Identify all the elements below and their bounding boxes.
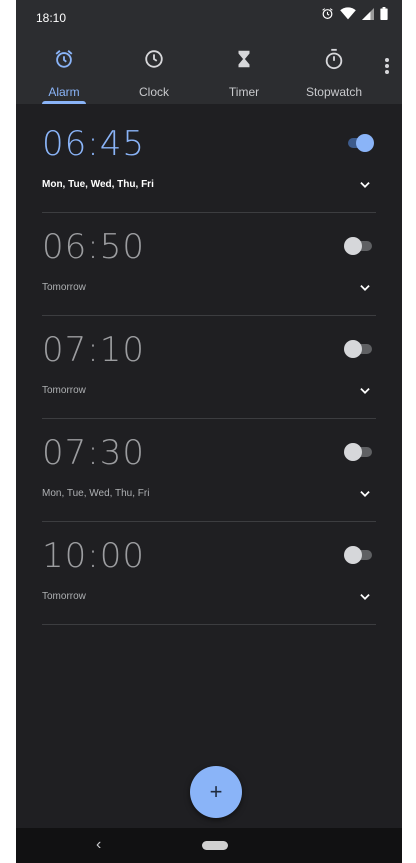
alarm-clock-icon: [322, 8, 333, 19]
battery-icon: [380, 7, 388, 20]
alarm-toggle[interactable]: [344, 340, 374, 358]
wifi-icon: [340, 7, 356, 20]
tab-active-indicator: [42, 101, 86, 104]
alarm-list: 06:45 Mon, Tue, Wed, Thu, Fri 06:50 Tomo…: [16, 110, 402, 625]
tab-clock-label: Clock: [138, 85, 169, 99]
tab-alarm[interactable]: Alarm: [22, 34, 106, 104]
alarm-item[interactable]: 07:10 Tomorrow: [42, 316, 376, 419]
alarm-toggle[interactable]: [344, 443, 374, 461]
tab-timer-label: Timer: [228, 85, 260, 99]
alarm-repeat-days: Tomorrow: [42, 591, 86, 602]
alarm-time[interactable]: 07:10: [42, 330, 145, 370]
alarm-icon: [55, 50, 73, 68]
hourglass-icon: [238, 50, 250, 68]
home-pill-icon[interactable]: [202, 841, 228, 850]
status-time: 18:10: [36, 11, 67, 25]
alarm-time[interactable]: 07:30: [42, 433, 145, 473]
tab-stopwatch[interactable]: Stopwatch: [292, 34, 376, 104]
alarm-toggle[interactable]: [344, 546, 374, 564]
alarm-time[interactable]: 06:45: [42, 124, 145, 164]
chevron-down-icon[interactable]: [358, 384, 372, 398]
clock-app-screen: 18:10 Alarm Clock Timer Stopwatch 06:45 …: [16, 0, 402, 863]
chevron-down-icon[interactable]: [358, 178, 372, 192]
system-nav-bar: ‹: [16, 828, 402, 863]
status-bar: 18:10: [16, 0, 402, 34]
more-options-icon[interactable]: [378, 56, 396, 80]
chevron-down-icon[interactable]: [358, 281, 372, 295]
status-icons: [321, 7, 388, 20]
alarm-repeat-days: Mon, Tue, Wed, Thu, Fri: [42, 179, 154, 190]
tab-clock[interactable]: Clock: [112, 34, 196, 104]
alarm-item[interactable]: 10:00 Tomorrow: [42, 522, 376, 625]
alarm-repeat-days: Tomorrow: [42, 385, 86, 396]
tab-alarm-label: Alarm: [48, 85, 80, 99]
add-alarm-button[interactable]: +: [190, 766, 242, 818]
alarm-item[interactable]: 06:50 Tomorrow: [42, 213, 376, 316]
tab-stopwatch-label: Stopwatch: [305, 85, 363, 99]
chevron-down-icon[interactable]: [358, 590, 372, 604]
alarm-repeat-days: Tomorrow: [42, 282, 86, 293]
alarm-item[interactable]: 06:45 Mon, Tue, Wed, Thu, Fri: [42, 110, 376, 213]
alarm-item[interactable]: 07:30 Mon, Tue, Wed, Thu, Fri: [42, 419, 376, 522]
back-icon[interactable]: ‹: [96, 836, 101, 854]
alarm-time[interactable]: 10:00: [42, 536, 145, 576]
alarm-toggle[interactable]: [344, 237, 374, 255]
stopwatch-icon: [325, 48, 343, 70]
clock-icon: [145, 50, 163, 68]
alarm-time[interactable]: 06:50: [42, 227, 145, 267]
alarm-toggle[interactable]: [344, 134, 374, 152]
chevron-down-icon[interactable]: [358, 487, 372, 501]
tab-timer[interactable]: Timer: [202, 34, 286, 104]
signal-icon: [362, 7, 374, 20]
tab-bar: Alarm Clock Timer Stopwatch: [16, 34, 402, 104]
alarm-repeat-days: Mon, Tue, Wed, Thu, Fri: [42, 488, 150, 499]
